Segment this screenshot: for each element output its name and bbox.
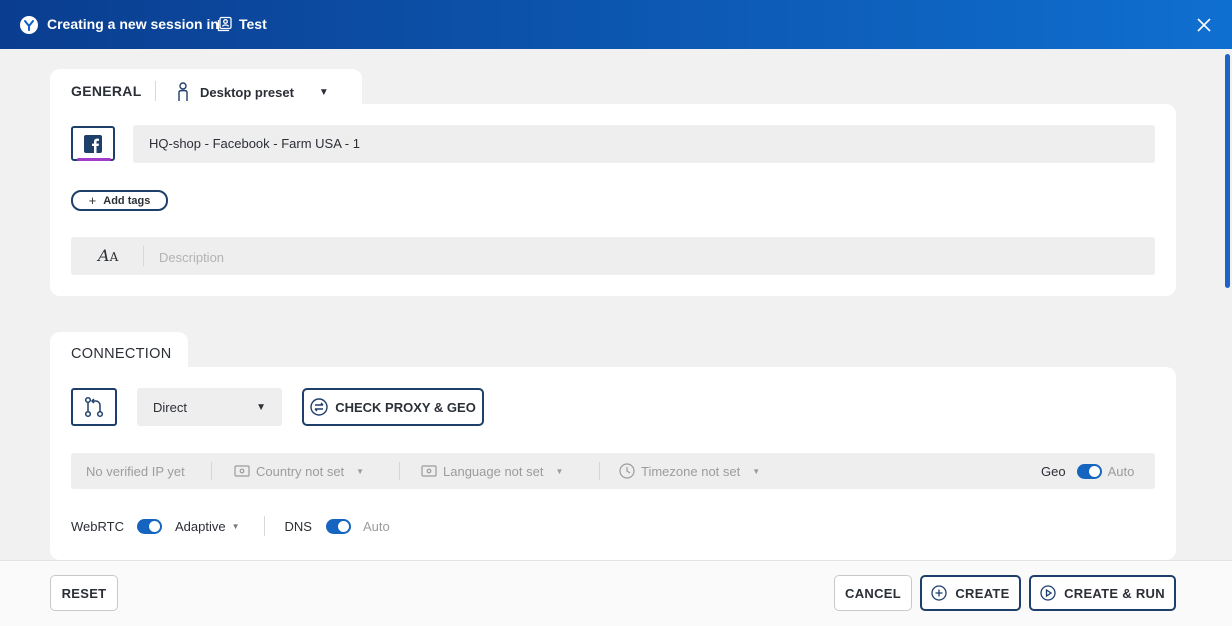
folder-profile-icon	[217, 16, 233, 37]
tab-divider	[155, 81, 156, 101]
scrollbar-thumb[interactable]	[1225, 54, 1230, 288]
chevron-down-icon: ▼	[231, 521, 240, 531]
person-icon	[176, 82, 190, 102]
webrtc-dns-row: WebRTC Adaptive ▼ DNS Auto	[71, 516, 390, 536]
close-icon[interactable]	[1196, 17, 1212, 33]
connection-type-icon-button[interactable]	[71, 388, 117, 426]
geo-toggle[interactable]	[1076, 463, 1102, 479]
dns-mode: Auto	[362, 518, 390, 534]
language-flag-icon	[421, 465, 437, 477]
webrtc-label: WebRTC	[71, 518, 124, 534]
language-value: Language not set	[443, 463, 544, 479]
country-value: Country not set	[256, 463, 345, 479]
create-label: CREATE	[955, 585, 1010, 601]
dns-label: DNS	[284, 518, 312, 534]
geo-separator	[599, 462, 600, 480]
add-tags-button[interactable]: + Add tags	[71, 190, 168, 211]
platform-icon-button[interactable]	[71, 126, 115, 161]
chevron-down-icon: ▼	[555, 466, 564, 476]
webrtc-toggle[interactable]	[136, 518, 162, 534]
platform-color-indicator	[77, 158, 111, 161]
description-divider	[143, 246, 144, 266]
text-format-icon: AA	[98, 246, 119, 265]
language-dropdown[interactable]: Language not set ▼	[421, 453, 563, 489]
webrtc-mode-dropdown[interactable]: Adaptive ▼	[175, 519, 240, 534]
connection-type-select[interactable]: Direct ▼	[137, 388, 282, 426]
chevron-down-icon: ▼	[256, 401, 266, 413]
chevron-down-icon: ▼	[356, 466, 365, 476]
git-branch-icon	[83, 396, 105, 418]
create-and-run-button[interactable]: CREATE & RUN	[1029, 575, 1176, 611]
swap-icon	[310, 398, 328, 416]
webrtc-mode: Adaptive	[174, 518, 226, 534]
reset-button[interactable]: RESET	[50, 575, 118, 611]
folder-name: Test	[239, 16, 267, 32]
dialog-title: Creating a new session in	[47, 16, 219, 32]
play-circle-icon	[1040, 585, 1056, 601]
check-proxy-button[interactable]: CHECK PROXY & GEO	[302, 388, 484, 426]
add-tags-label: Add tags	[103, 194, 151, 207]
plus-icon: +	[88, 193, 97, 208]
geo-toggle-group: Geo Auto	[1041, 453, 1134, 489]
cancel-label: CANCEL	[845, 585, 901, 601]
chevron-down-icon: ▼	[318, 86, 329, 98]
flag-icon	[234, 465, 250, 477]
country-dropdown[interactable]: Country not set ▼	[234, 453, 364, 489]
timezone-dropdown[interactable]: Timezone not set ▼	[619, 453, 760, 489]
geo-label: Geo	[1041, 463, 1066, 479]
timezone-value: Timezone not set	[641, 463, 741, 479]
clock-icon	[619, 463, 635, 479]
connection-type-value: Direct	[153, 399, 187, 415]
plus-circle-icon	[931, 585, 947, 601]
check-proxy-label: CHECK PROXY & GEO	[335, 399, 476, 415]
cancel-button[interactable]: CANCEL	[834, 575, 912, 611]
create-and-run-label: CREATE & RUN	[1064, 585, 1165, 601]
geo-mode: Auto	[1107, 463, 1135, 479]
chevron-down-icon: ▼	[752, 466, 761, 476]
row-divider	[263, 516, 265, 536]
ip-status: No verified IP yet	[86, 463, 185, 479]
dialog-header: Creating a new session in Test	[0, 0, 1232, 49]
reset-label: RESET	[61, 585, 107, 601]
create-button[interactable]: CREATE	[920, 575, 1021, 611]
preset-dropdown[interactable]: Desktop preset ▼	[176, 82, 329, 102]
preset-label: Desktop preset	[200, 84, 294, 100]
profile-name-input[interactable]: HQ-shop - Facebook - Farm USA - 1	[133, 125, 1155, 163]
app-logo-icon	[20, 16, 38, 34]
general-tab-label: GENERAL	[71, 83, 142, 99]
connection-tab-label: CONNECTION	[71, 346, 172, 362]
facebook-icon	[84, 134, 102, 153]
geo-separator	[399, 462, 400, 480]
geo-separator	[211, 462, 212, 480]
geo-info-row: No verified IP yet Country not set ▼ Lan…	[71, 453, 1155, 489]
description-input[interactable]	[157, 237, 1151, 277]
dns-toggle[interactable]	[325, 518, 351, 534]
description-row: AA	[71, 237, 1155, 277]
